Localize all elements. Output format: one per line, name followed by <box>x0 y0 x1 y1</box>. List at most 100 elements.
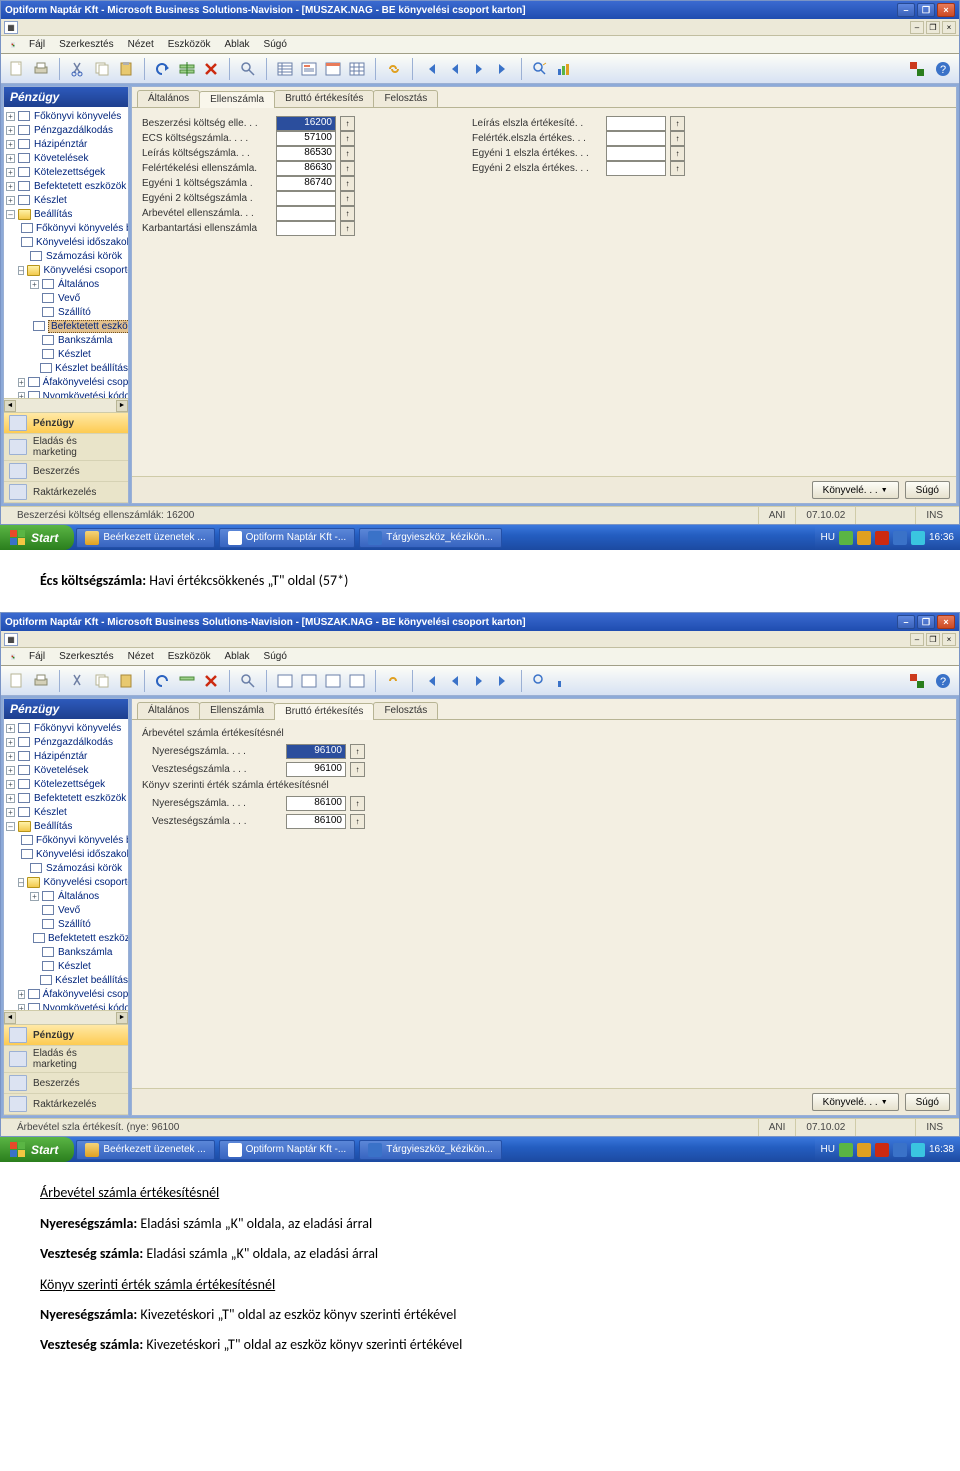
form-view-icon[interactable] <box>323 671 343 691</box>
menu-edit[interactable]: Szerkesztés <box>53 649 119 664</box>
tree-node-label[interactable]: Főkönyvi könyvelés <box>34 111 121 122</box>
lookup-button[interactable]: ↑ <box>340 146 355 161</box>
tree-node-label[interactable]: Készlet beállítás <box>55 975 128 986</box>
tab-altalanos[interactable]: Általános <box>137 702 200 719</box>
tree-node-label[interactable]: Kötelezettségek <box>34 167 105 178</box>
module-beszerzes[interactable]: Beszerzés <box>4 1073 128 1094</box>
zoom-icon[interactable] <box>238 671 258 691</box>
minimize-button[interactable]: – <box>897 615 915 629</box>
menu-edit[interactable]: Szerkesztés <box>53 37 119 52</box>
tree-node-label[interactable]: Befektetett eszköz <box>48 320 128 333</box>
menu-help[interactable]: Súgó <box>258 649 293 664</box>
mdi-icon[interactable]: ▦ <box>4 21 18 34</box>
tree-toggle[interactable]: + <box>30 892 39 901</box>
system-tray[interactable]: HU 16:38 <box>815 1137 960 1162</box>
tree-node-label[interactable]: Készlet <box>58 961 91 972</box>
tree-toggle[interactable] <box>30 920 39 929</box>
tree-toggle[interactable] <box>30 976 37 985</box>
lookup-button[interactable]: ↑ <box>340 221 355 236</box>
insert-row-icon[interactable] <box>177 671 197 691</box>
tree-toggle[interactable] <box>30 294 39 303</box>
module-eladas[interactable]: Eladás és marketing <box>4 434 128 461</box>
tree-node-label[interactable]: Főkönyvi könyvelés b <box>36 835 128 846</box>
tree-toggle[interactable]: + <box>6 154 15 163</box>
maximize-button[interactable]: ❐ <box>917 615 935 629</box>
close-button[interactable]: × <box>937 3 955 17</box>
tree-toggle[interactable]: + <box>6 808 15 817</box>
tray-lang[interactable]: HU <box>821 532 835 543</box>
lookup-button[interactable]: ↑ <box>670 116 685 131</box>
tree-node-label[interactable]: Házipénztár <box>34 139 87 150</box>
print-icon[interactable] <box>31 671 51 691</box>
card-icon[interactable] <box>299 59 319 79</box>
links-icon[interactable] <box>384 671 404 691</box>
menu-window[interactable]: Ablak <box>219 37 256 52</box>
tree-node-label[interactable]: Főkönyvi könyvelés <box>34 723 121 734</box>
tree-node-label[interactable]: Szállító <box>58 919 91 930</box>
tree-toggle[interactable]: – <box>18 878 24 887</box>
zoom-icon[interactable] <box>238 59 258 79</box>
tree-toggle[interactable] <box>30 308 39 317</box>
tab-ellenszamla[interactable]: Ellenszámla <box>199 702 275 719</box>
form-view-icon[interactable] <box>323 59 343 79</box>
tree-node-label[interactable]: Könyvelési időszakok <box>36 237 128 248</box>
delete-icon[interactable] <box>201 671 221 691</box>
tree-node-label[interactable]: Pénzgazdálkodás <box>34 737 113 748</box>
tree-toggle[interactable] <box>30 948 39 957</box>
start-button[interactable]: Start <box>0 525 74 550</box>
help-icon[interactable]: ? <box>933 671 953 691</box>
tree-node-label[interactable]: Beállítás <box>34 821 72 832</box>
lookup-button[interactable]: ↑ <box>340 131 355 146</box>
tree-node-label[interactable]: Szállító <box>58 307 91 318</box>
module-beszerzes[interactable]: Beszerzés <box>4 461 128 482</box>
task-navision[interactable]: Optiform Naptár Kft -... <box>219 1140 356 1160</box>
account-input[interactable]: 16200 <box>276 116 336 131</box>
tree-toggle[interactable] <box>30 906 39 915</box>
lookup-button[interactable]: ↑ <box>350 814 365 829</box>
tree-node-label[interactable]: Könyvelési csoportok <box>43 877 128 888</box>
menu-file[interactable]: Fájl <box>23 649 51 664</box>
tree-toggle[interactable]: + <box>6 140 15 149</box>
lookup-button[interactable]: ↑ <box>670 161 685 176</box>
lookup-button[interactable]: ↑ <box>340 161 355 176</box>
tree-node-label[interactable]: Beállítás <box>34 209 72 220</box>
lookup-button[interactable]: ↑ <box>670 146 685 161</box>
menu-help[interactable]: Súgó <box>258 37 293 52</box>
tree-node-label[interactable]: Házipénztár <box>34 751 87 762</box>
tree-node-label[interactable]: Számozási körök <box>46 863 122 874</box>
tree-node-label[interactable]: Kötelezettségek <box>34 779 105 790</box>
tree-node-label[interactable]: Áfakönyvelési csopor <box>43 377 128 388</box>
menu-view[interactable]: Nézet <box>122 37 160 52</box>
tree-node-label[interactable]: Követelések <box>34 153 88 164</box>
tree-node-label[interactable]: Bankszámla <box>58 947 112 958</box>
start-button[interactable]: Start <box>0 1137 74 1162</box>
tree-node-label[interactable]: Könyvelési csoportok <box>43 265 128 276</box>
module-penzugy[interactable]: Pénzügy <box>4 1025 128 1046</box>
tree-node-label[interactable]: Általános <box>58 279 99 290</box>
account-input[interactable]: 86530 <box>276 146 336 161</box>
list-icon[interactable] <box>275 59 295 79</box>
tree-toggle[interactable] <box>30 336 39 345</box>
account-input[interactable]: 96100 <box>286 762 346 777</box>
tree-node-label[interactable]: Követelések <box>34 765 88 776</box>
account-input[interactable]: 96100 <box>286 744 346 759</box>
tree-node-label[interactable]: Vevő <box>58 905 80 916</box>
lookup-button[interactable]: ↑ <box>670 131 685 146</box>
lookup-button[interactable]: ↑ <box>340 176 355 191</box>
tree-toggle[interactable]: + <box>6 196 15 205</box>
tree-toggle[interactable]: – <box>18 266 24 275</box>
konyveles-button[interactable]: Könyvelé. . .▼ <box>812 481 899 499</box>
tree-toggle[interactable]: + <box>6 752 15 761</box>
tree-toggle[interactable] <box>30 350 39 359</box>
account-input[interactable]: 86100 <box>286 796 346 811</box>
menu-tools[interactable]: Eszközök <box>162 37 217 52</box>
mdi-close-button[interactable]: × <box>942 633 956 646</box>
mdi-minimize-button[interactable]: – <box>910 21 924 34</box>
mdi-close-button[interactable]: × <box>942 21 956 34</box>
h-scrollbar[interactable]: ◄► <box>4 398 128 412</box>
tree-node-label[interactable]: Bankszámla <box>58 335 112 346</box>
find-icon[interactable] <box>530 671 550 691</box>
tab-brutto[interactable]: Bruttó értékesítés <box>274 703 374 720</box>
account-input[interactable] <box>606 146 666 161</box>
paste-icon[interactable] <box>116 59 136 79</box>
